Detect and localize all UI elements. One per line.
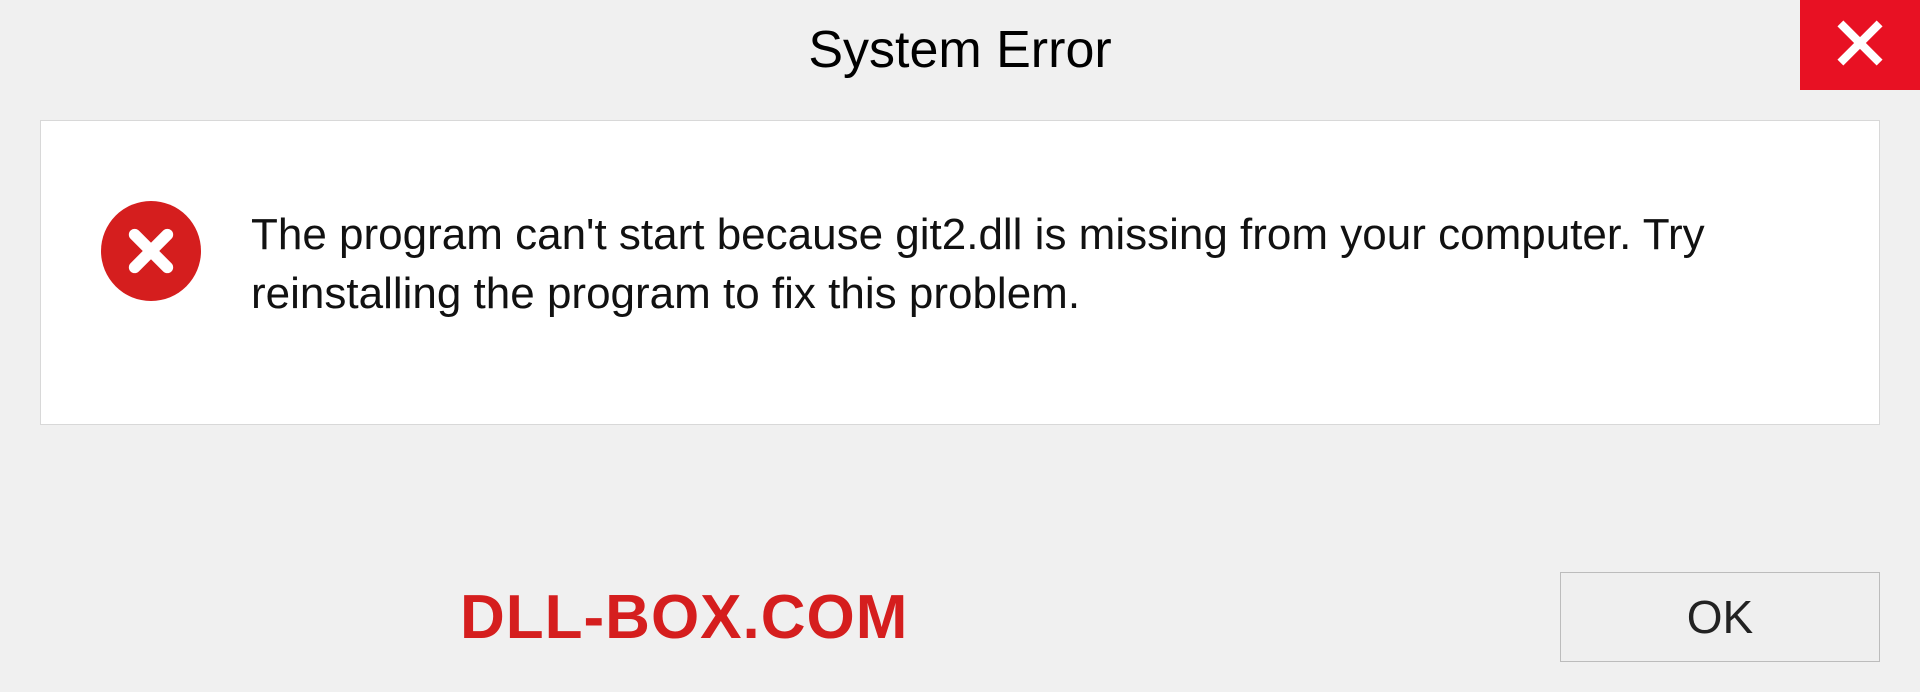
watermark-text: DLL-BOX.COM bbox=[460, 582, 908, 653]
titlebar: System Error bbox=[0, 0, 1920, 100]
dialog-content: The program can't start because git2.dll… bbox=[40, 120, 1880, 425]
error-icon bbox=[101, 201, 201, 301]
dialog-footer: DLL-BOX.COM OK bbox=[40, 572, 1880, 662]
close-icon bbox=[1835, 18, 1885, 73]
window-title: System Error bbox=[808, 20, 1111, 80]
close-button[interactable] bbox=[1800, 0, 1920, 90]
error-message: The program can't start because git2.dll… bbox=[251, 201, 1819, 324]
ok-button[interactable]: OK bbox=[1560, 572, 1880, 662]
ok-button-label: OK bbox=[1687, 590, 1753, 644]
